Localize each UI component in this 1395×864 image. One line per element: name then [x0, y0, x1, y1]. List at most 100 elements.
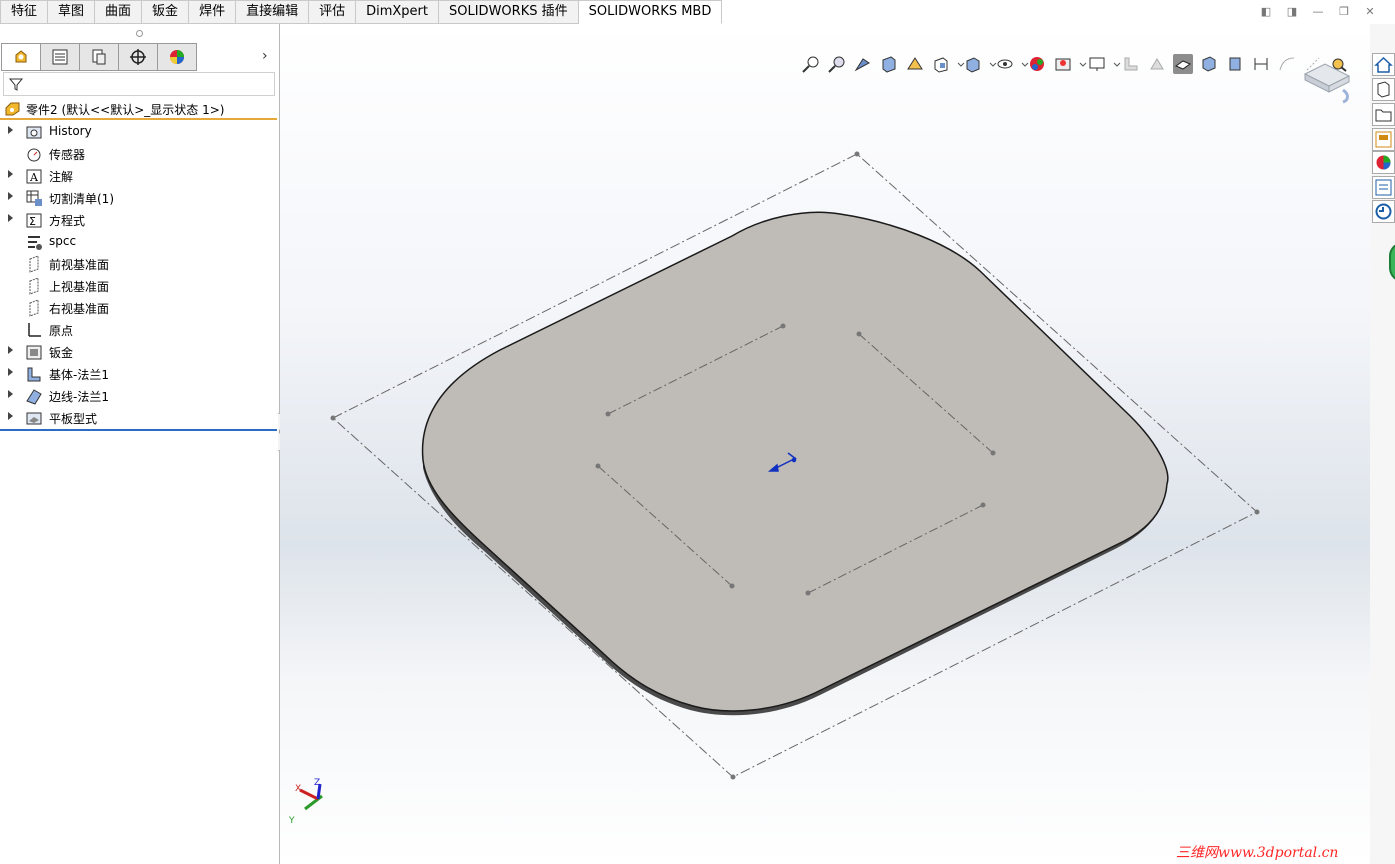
tab-7[interactable]: DimXpert [356, 0, 439, 24]
window-controls: ◧ ◨ — ❐ ✕ [1259, 6, 1377, 18]
tree-item[interactable]: 钣金 [0, 341, 277, 363]
tab-4[interactable]: 焊件 [189, 0, 237, 24]
tree-item[interactable]: 边线-法兰1 [0, 385, 277, 407]
displaymanager-icon [170, 50, 184, 64]
tab-1[interactable]: 草图 [48, 0, 96, 24]
expand-arrow-icon[interactable] [8, 170, 13, 178]
tree-item[interactable]: 切割清单(1) [0, 187, 277, 209]
tree-item-label: 基体-法兰1 [49, 368, 109, 382]
tree-item-label: 切割清单(1) [49, 192, 114, 206]
featuremanager-tab[interactable] [1, 43, 41, 71]
rollback-bar[interactable] [0, 429, 277, 431]
material-icon [28, 236, 42, 250]
home-icon[interactable] [1372, 53, 1395, 76]
sensor-icon [27, 148, 41, 162]
tree-item[interactable]: 上视基准面 [0, 275, 277, 297]
tree-item[interactable]: 原点 [0, 319, 277, 341]
tree-item[interactable]: 传感器 [0, 143, 277, 165]
panel-tabs [1, 43, 197, 71]
tree-item-label: spcc [49, 234, 77, 248]
history-folder-icon [26, 126, 42, 139]
edge-flange-icon [26, 389, 42, 405]
plane-icon [29, 255, 39, 273]
tree-filter-field[interactable] [3, 72, 275, 96]
configurationmanager-tab[interactable] [80, 43, 119, 71]
dimxpertmanager-icon [130, 49, 146, 65]
part-root-node[interactable]: 零件2 (默认<<默认>_显示状态 1>) [0, 98, 277, 120]
close-icon[interactable]: ✕ [1363, 6, 1377, 18]
tab-0[interactable]: 特征 [0, 0, 49, 24]
command-manager-tabs: 特征 草图 曲面 钣金 焊件 直接编辑 评估 DimXpert SOLIDWORKS 插件 SOL… [0, 0, 723, 24]
featuremanager-icon [15, 50, 27, 63]
custom-properties-icon[interactable] [1372, 176, 1395, 199]
tab-9[interactable]: SOLIDWORKS MBD [578, 0, 723, 24]
view-cube-icon[interactable] [1303, 63, 1351, 104]
pane-right-icon[interactable]: ◨ [1285, 6, 1299, 18]
displaymanager-tab[interactable] [158, 43, 197, 71]
expand-arrow-icon[interactable] [8, 390, 13, 398]
cut-list-icon [26, 190, 42, 206]
expand-arrow-icon[interactable] [8, 412, 13, 420]
tree-item-label: 注解 [49, 170, 74, 184]
tree-item[interactable]: 前视基准面 [0, 253, 277, 275]
panel-grip[interactable] [136, 30, 143, 37]
svg-text:Σ: Σ [29, 215, 36, 228]
design-library-icon[interactable] [1372, 78, 1395, 101]
base-flange-icon [27, 367, 41, 382]
pane-left-icon[interactable]: ◧ [1259, 6, 1273, 18]
feature-tree: History 传感器 A 注解切割清单(1) Σ 方程式 spcc 前视基准面上视基准面右视… [0, 121, 277, 429]
dimxpertmanager-tab[interactable] [119, 43, 158, 71]
expand-arrow-icon[interactable] [8, 346, 13, 354]
expand-arrow-icon[interactable] [8, 214, 13, 222]
propertymanager-tab[interactable] [41, 43, 80, 71]
tree-item-label: 右视基准面 [49, 302, 110, 316]
minimize-icon[interactable]: — [1311, 6, 1325, 18]
view-palette-icon[interactable] [1372, 128, 1395, 151]
tree-item[interactable]: 右视基准面 [0, 297, 277, 319]
tab-5[interactable]: 直接编辑 [236, 0, 310, 24]
tree-item-label: 传感器 [49, 148, 86, 162]
panel-more-arrow[interactable]: › [262, 48, 268, 64]
featuremanager-panel: › 零件2 (默认<<默认>_显示状态 1>) History 传感器 A 注解切割清… [0, 24, 280, 864]
triad-z-label: Z [314, 778, 320, 788]
file-explorer-icon[interactable] [1372, 103, 1395, 126]
command-manager-tabbar: 特征 草图 曲面 钣金 焊件 直接编辑 评估 DimXpert SOLIDWORKS 插件 SOL… [0, 0, 1395, 24]
expand-arrow-icon[interactable] [8, 368, 13, 376]
tree-item-label: 方程式 [49, 214, 86, 228]
tree-item[interactable]: History [0, 121, 277, 143]
equation-icon: Σ [26, 213, 42, 228]
tree-item-label: History [49, 124, 92, 138]
plane-icon [29, 299, 39, 317]
expand-arrow-icon[interactable] [8, 192, 13, 200]
tab-8[interactable]: SOLIDWORKS 插件 [439, 0, 579, 24]
restore-icon[interactable]: ❐ [1337, 6, 1351, 18]
tab-2[interactable]: 曲面 [95, 0, 143, 24]
tree-item[interactable]: 平板型式 [0, 407, 277, 429]
filter-icon[interactable] [8, 76, 24, 92]
tree-item-label: 平板型式 [49, 412, 98, 426]
tree-item-label: 前视基准面 [49, 258, 110, 272]
configurationmanager-icon [92, 49, 106, 65]
appearances-icon[interactable] [1372, 151, 1395, 174]
sheet-metal-icon [26, 345, 42, 360]
tree-item[interactable]: spcc [0, 231, 277, 253]
tree-item-label: 钣金 [49, 346, 74, 360]
tree-item[interactable]: 基体-法兰1 [0, 363, 277, 385]
triad-icon: Z X Y [288, 778, 323, 826]
triad-y-label: Y [288, 816, 295, 826]
tree-item-label: 边线-法兰1 [49, 390, 109, 404]
tab-6[interactable]: 评估 [309, 0, 357, 24]
tree-item[interactable]: A 注解 [0, 165, 277, 187]
model-view[interactable]: Z X Y [280, 24, 1370, 864]
tree-item-label: 上视基准面 [49, 280, 110, 294]
tree-item[interactable]: Σ 方程式 [0, 209, 277, 231]
triad-x-label: X [295, 784, 301, 794]
solidworks-resources-icon[interactable] [1372, 200, 1395, 223]
origin-icon [28, 323, 41, 337]
graphics-area[interactable]: Z X Y [280, 24, 1370, 864]
svg-text:A: A [29, 171, 39, 184]
tab-3[interactable]: 钣金 [142, 0, 190, 24]
plane-icon [29, 277, 39, 295]
annotation-icon: A [26, 169, 42, 184]
expand-arrow-icon[interactable] [8, 126, 13, 134]
